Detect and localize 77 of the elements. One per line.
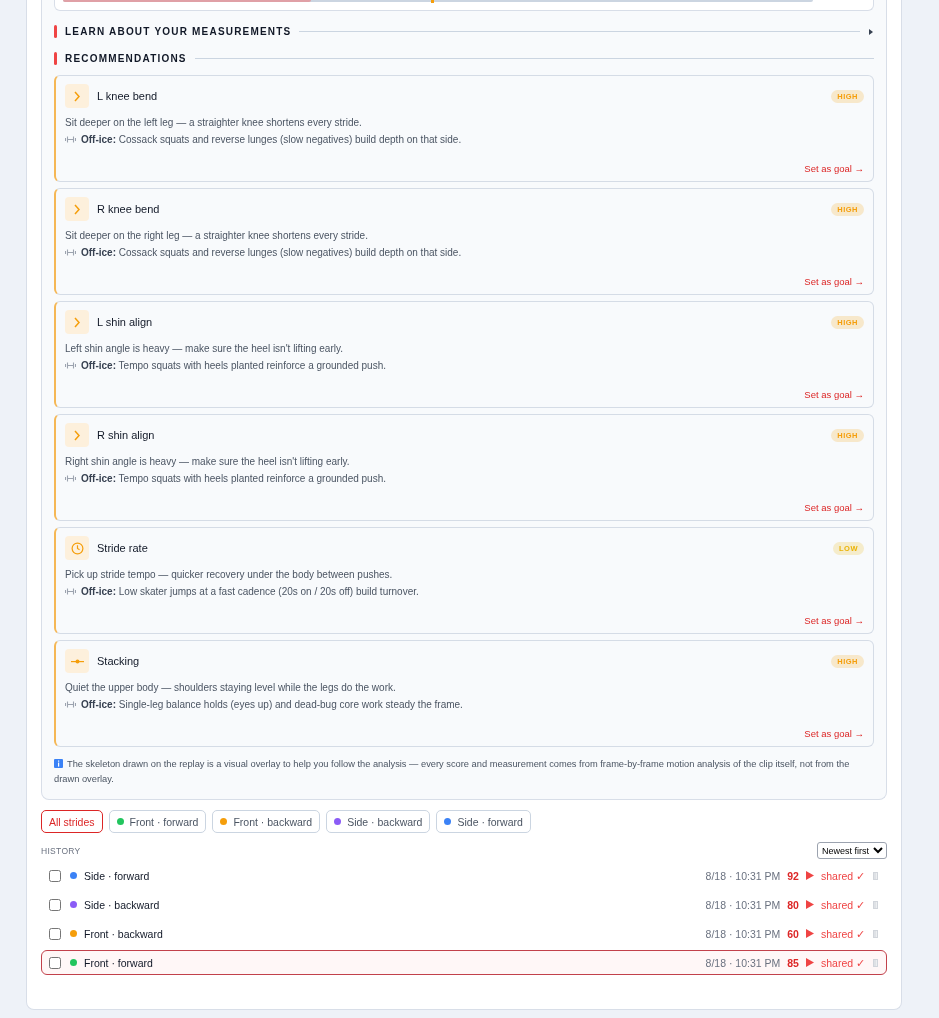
info-note: The skeleton drawn on the replay is a visual overlay to help you follow the analysis — every score and measurement comes from frame-by-frame motion analysis of the clip itself, not from the drawn overlay. [54,758,851,786]
off-ice-text: Off-ice: Low skater jumps at a fast cadence (20s on / 20s off) build turnover. [81,586,419,597]
history-row[interactable]: Side · forward 8/18 · 10:31 PM 92 shared ✓ [41,863,887,888]
shared-status: shared ✓ [820,927,865,940]
filter-chip[interactable]: Side · backward [326,810,431,833]
off-ice-text: Off-ice: Tempo squats with heels planted reinforce a grounded push. [81,360,386,371]
section-accent [54,52,57,65]
dumbbell-icon [65,701,76,708]
recommendation-title: L knee bend [97,90,158,102]
recommendation-title: Stacking [97,655,140,667]
section-title[interactable]: LEARN ABOUT YOUR MEASUREMENTS [65,26,292,37]
score: 85 [787,956,799,969]
filter-chip[interactable]: Front · backward [212,810,321,833]
dumbbell-icon [65,249,76,256]
shared-status: shared ✓ [820,898,865,911]
dumbbell-icon [65,136,76,143]
set-goal-link[interactable]: Set as goal → [804,502,864,513]
off-ice-text: Off-ice: Tempo squats with heels planted reinforce a grounded push. [81,473,386,484]
section-accent [54,25,57,38]
recommendation-title: L shin align [97,316,153,328]
off-ice-text: Off-ice: Cossack squats and reverse lunges (slow negatives) build depth on that side. [81,247,462,258]
row-checkbox[interactable] [49,869,61,882]
section-title: RECOMMENDATIONS [65,53,187,64]
shared-status: shared ✓ [820,869,865,882]
row-checkbox[interactable] [49,898,61,911]
history-row[interactable]: Side · backward 8/18 · 10:31 PM 80 shared ✓ [41,892,887,917]
clock-icon [70,541,84,555]
chevron-icon [73,90,81,102]
timestamp: 8/18 · 10:31 PM [705,869,781,882]
play-icon[interactable] [805,900,814,909]
dumbbell-icon [65,475,76,482]
shared-status: shared ✓ [820,956,865,969]
score: 92 [787,869,799,882]
score: 60 [787,927,799,940]
recommendation-text: Sit deeper on the right leg — a straighter knee shortens every stride. [65,230,369,241]
recommendation-text: Left shin angle is heavy — make sure the heel isn't lifting early. [65,343,344,354]
play-icon[interactable] [805,871,814,880]
chevron-icon [73,203,81,215]
recommendation-title: R knee bend [97,203,160,215]
set-goal-link[interactable]: Set as goal → [804,163,864,174]
recommendation-text: Sit deeper on the left leg — a straighter knee shortens every stride. [65,117,363,128]
stride-label: Front · backward [84,927,163,940]
play-icon[interactable] [805,958,814,967]
caret-right-icon[interactable] [868,28,874,35]
score: 80 [787,898,799,911]
off-ice-text: Off-ice: Single-leg balance holds (eyes up) and dead-bug core work steady the frame. [81,699,463,710]
timestamp: 8/18 · 10:31 PM [705,898,781,911]
timestamp: 8/18 · 10:31 PM [705,927,781,940]
filter-chip[interactable]: Side · forward [436,810,531,833]
set-goal-link[interactable]: Set as goal → [804,615,864,626]
sort-select[interactable]: Newest first [817,842,887,859]
set-goal-link[interactable]: Set as goal → [804,728,864,739]
info-icon [54,759,63,768]
recommendation-text: Quiet the upper body — shoulders staying level while the legs do the work. [65,682,397,693]
recommendation-title: R shin align [97,429,155,441]
filter-chip[interactable]: All strides [41,810,103,833]
dumbbell-icon [65,588,76,595]
history-row[interactable]: Front · forward 8/18 · 10:31 PM 85 shared ✓ [41,950,887,975]
filter-chip[interactable]: Front · forward [108,810,207,833]
recommendation-text: Pick up stride tempo — quicker recovery under the body between pushes. [65,569,394,580]
recommendation-text: Right shin angle is heavy — make sure the heel isn't lifting early. [65,456,351,467]
set-goal-link[interactable]: Set as goal → [804,389,864,400]
set-goal-link[interactable]: Set as goal → [804,276,864,287]
history-row[interactable]: Front · backward 8/18 · 10:31 PM 60 shared ✓ [41,921,887,946]
timestamp: 8/18 · 10:31 PM [705,956,781,969]
chevron-icon [73,316,81,328]
chevron-icon [73,429,81,441]
stride-label: Side · backward [84,898,160,911]
row-checkbox[interactable] [49,927,61,940]
history-heading: HISTORY [41,845,81,856]
dumbbell-icon [65,362,76,369]
row-checkbox[interactable] [49,956,61,969]
recommendation-title: Stride rate [97,542,148,554]
off-ice-text: Off-ice: Cossack squats and reverse lunges (slow negatives) build depth on that side. [81,134,462,145]
stride-label: Front · forward [84,956,153,969]
stride-label: Side · forward [84,869,150,882]
play-icon[interactable] [805,929,814,938]
